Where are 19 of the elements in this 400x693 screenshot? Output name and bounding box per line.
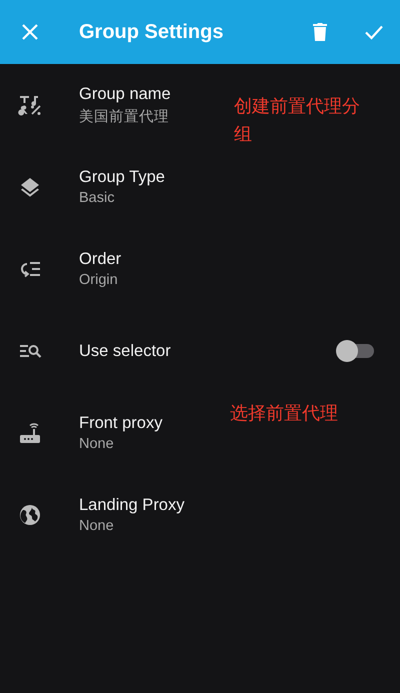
globe-icon <box>18 503 42 527</box>
setting-title[interactable]: Front proxy <box>79 414 162 433</box>
router-icon <box>18 421 42 445</box>
toggle-switch[interactable] <box>336 339 374 363</box>
setting-title[interactable]: Use selector <box>79 342 171 360</box>
setting-value: None <box>79 436 115 452</box>
setting-title[interactable]: Landing Proxy <box>79 496 184 515</box>
setting-value: Origin <box>79 272 119 288</box>
screen-title: Group Settings <box>79 20 224 44</box>
setting-value: None <box>79 518 115 534</box>
annotation-text: 创建前置代理分组 <box>234 95 361 146</box>
setting-value: Basic <box>79 190 116 206</box>
setting-title[interactable]: Group Type <box>79 168 165 187</box>
annotation-text: 选择前置代理 <box>230 402 339 425</box>
setting-title[interactable]: Order <box>79 250 122 269</box>
layers-icon <box>18 175 42 199</box>
setting-value: 美国前置代理 <box>79 108 170 126</box>
text-symbols-icon <box>18 93 42 117</box>
setting-title[interactable]: Group name <box>79 84 171 104</box>
